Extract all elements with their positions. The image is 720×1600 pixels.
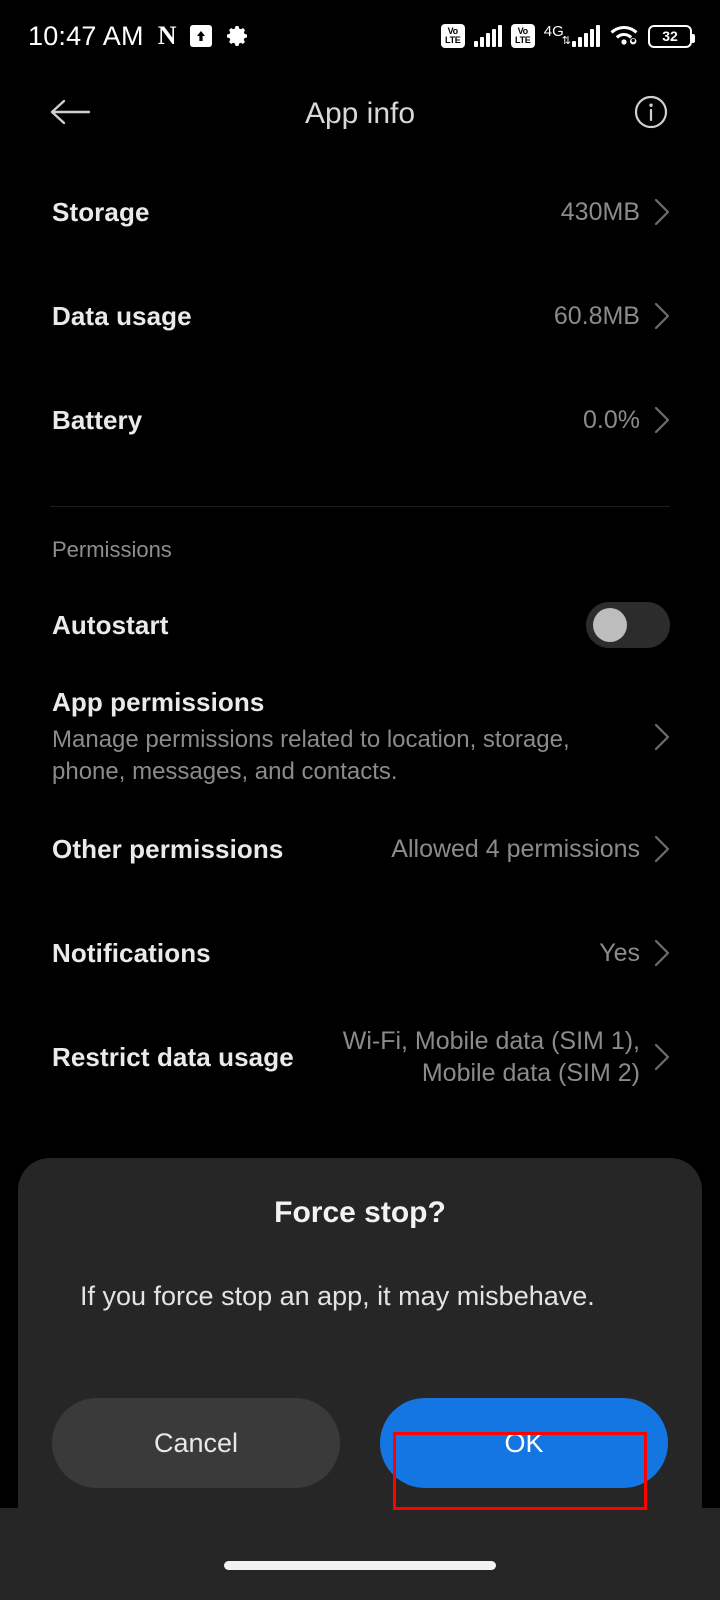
autostart-toggle[interactable] <box>586 602 670 648</box>
status-bar-left: 10:47 AM N <box>28 21 250 52</box>
section-label-permissions: Permissions <box>52 537 172 562</box>
back-button[interactable] <box>40 84 100 144</box>
list-item-label: App permissions <box>52 687 265 718</box>
volte2-bottom-label: LTE <box>515 35 531 45</box>
upload-box-icon <box>190 25 213 47</box>
list-item-value: 430MB <box>560 197 640 226</box>
wifi-icon <box>609 22 639 51</box>
chevron-right-icon <box>654 939 670 967</box>
battery-icon: 32 <box>648 24 695 48</box>
dialog-title: Force stop? <box>274 1196 446 1229</box>
list-item-value: 60.8MB <box>553 301 640 330</box>
settings-list: Storage 430MB Data usage 60.8MB Battery … <box>0 160 720 1109</box>
list-item-value: Wi-Fi, Mobile data (SIM 1), Mobile data … <box>342 1027 640 1087</box>
nfc-n-icon: N <box>157 21 177 50</box>
list-item-right: 0.0% <box>583 406 670 435</box>
list-item-battery[interactable]: Battery 0.0% <box>0 368 720 472</box>
list-item-storage[interactable]: Storage 430MB <box>0 160 720 264</box>
list-item-text-column: App permissions Manage permissions relat… <box>52 687 612 786</box>
list-item-right: Wi-Fi, Mobile data (SIM 1), Mobile data … <box>340 1025 670 1089</box>
list-item-label: Other permissions <box>52 833 284 864</box>
cancel-button[interactable]: Cancel <box>52 1398 340 1488</box>
list-item-notifications[interactable]: Notifications Yes <box>0 901 720 1005</box>
mobile-data-group: 4G ⇅ <box>543 23 600 47</box>
volte-sim1-icon: Vo LTE <box>440 24 465 48</box>
list-item-app-permissions[interactable]: App permissions Manage permissions relat… <box>0 677 720 797</box>
gear-icon <box>226 24 250 48</box>
chevron-right-icon <box>654 302 670 330</box>
ok-button[interactable]: OK <box>380 1398 668 1488</box>
signal-sim2-icon <box>572 25 600 47</box>
list-item-value: Allowed 4 permissions <box>391 834 640 863</box>
list-item-label: Battery <box>52 404 143 435</box>
list-item-right: Yes <box>599 939 670 968</box>
signal-sim1-icon <box>473 25 502 47</box>
section-divider <box>50 506 670 507</box>
list-item-right: 60.8MB <box>554 302 670 331</box>
volte-sim2-icon: Vo LTE <box>510 24 535 48</box>
list-item-data-usage[interactable]: Data usage 60.8MB <box>0 264 720 368</box>
app-bar: App info <box>0 76 720 152</box>
chevron-right-icon <box>654 198 670 226</box>
dialog-actions: Cancel OK <box>18 1398 702 1488</box>
status-clock: 10:47 AM <box>28 20 144 51</box>
chevron-right-icon <box>654 835 670 863</box>
chevron-right-icon <box>654 406 670 434</box>
list-item-value: Yes <box>599 938 640 967</box>
chevron-right-icon <box>654 723 670 751</box>
toggle-knob <box>593 608 627 642</box>
info-button[interactable] <box>624 87 678 141</box>
list-item-label: Notifications <box>52 937 211 968</box>
dialog-message: If you force stop an app, it may misbeha… <box>80 1281 595 1311</box>
list-item-right: 430MB <box>561 198 670 227</box>
arrow-left-icon <box>49 96 91 133</box>
battery-percent-label: 32 <box>662 28 678 44</box>
navigation-bar <box>0 1508 720 1600</box>
list-item-autostart[interactable]: Autostart <box>0 573 720 677</box>
data-transfer-arrows-icon: ⇅ <box>561 35 571 47</box>
list-item-description: Manage permissions related to location, … <box>52 726 570 785</box>
home-indicator[interactable] <box>224 1560 496 1570</box>
status-bar-right: Vo LTE Vo LTE 4G ⇅ 32 <box>440 22 695 51</box>
page-title: App info <box>304 97 416 130</box>
list-item-right: Allowed 4 permissions <box>391 835 670 864</box>
list-item-label: Data usage <box>52 300 192 331</box>
phone-screen: 10:47 AM N Vo LTE Vo LTE 4G ⇅ 32 App inf… <box>0 0 720 1600</box>
network-type-label: 4G <box>543 23 564 40</box>
list-item-restrict-data-usage[interactable]: Restrict data usage Wi-Fi, Mobile data (… <box>0 1005 720 1109</box>
list-item-label: Restrict data usage <box>52 1041 294 1072</box>
volte-bottom-label: LTE <box>445 35 461 45</box>
list-item-label: Autostart <box>52 609 169 640</box>
status-bar: 10:47 AM N Vo LTE Vo LTE 4G ⇅ 32 <box>0 0 720 72</box>
list-item-label: Storage <box>52 196 150 227</box>
list-item-value: 0.0% <box>583 405 640 434</box>
list-item-other-permissions[interactable]: Other permissions Allowed 4 permissions <box>0 797 720 901</box>
info-circle-icon <box>632 93 670 136</box>
chevron-right-icon <box>654 1043 670 1071</box>
